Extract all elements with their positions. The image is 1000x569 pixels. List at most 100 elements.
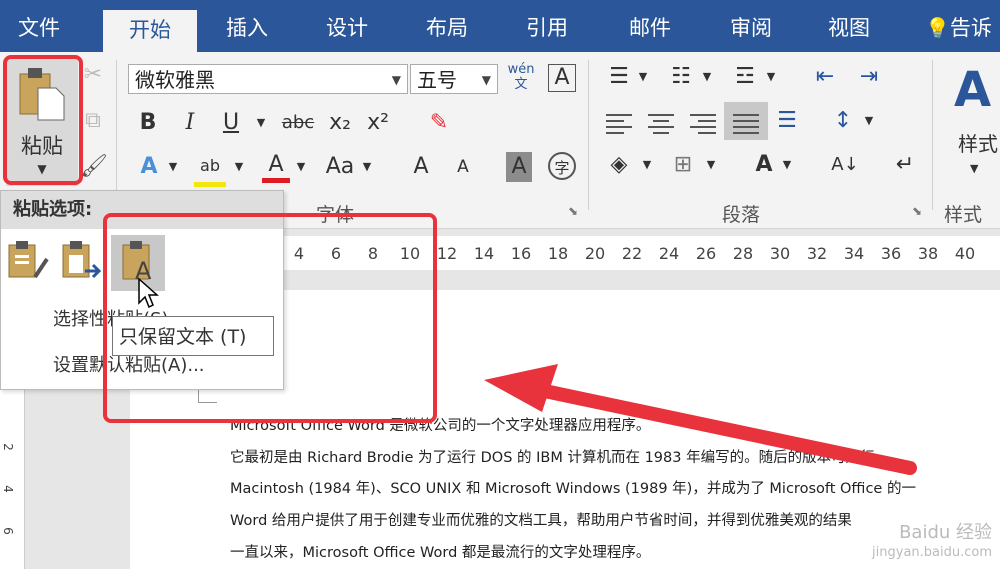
char-border-button[interactable]: A <box>548 64 576 92</box>
ruler-tick: 40 <box>954 244 976 263</box>
font-size-combo[interactable]: 五号 ▼ <box>410 64 498 94</box>
ruler-tick: 4 <box>0 485 15 493</box>
tab-file[interactable]: 文件 <box>4 8 74 48</box>
align-right-icon[interactable] <box>690 110 716 138</box>
tab-insert[interactable]: 插入 <box>212 8 282 48</box>
ruler-tick: 16 <box>510 244 532 263</box>
tab-home[interactable]: 开始 <box>103 10 197 52</box>
chevron-down-icon[interactable]: ▼ <box>700 62 714 92</box>
tab-mailings[interactable]: 邮件 <box>612 8 688 48</box>
align-left-icon[interactable] <box>606 110 632 138</box>
line-spacing-icon[interactable]: ↕ <box>828 106 858 136</box>
chevron-down-icon[interactable]: ▼ <box>704 150 718 180</box>
divider <box>932 60 933 210</box>
ruler-tick: 14 <box>473 244 495 263</box>
ruler-tick: 36 <box>880 244 902 263</box>
font-name-combo[interactable]: 微软雅黑 ▼ <box>128 64 408 94</box>
subscript-button[interactable]: x₂ <box>326 108 354 138</box>
dialog-launcher-icon[interactable]: ⬊ <box>912 204 922 218</box>
chevron-down-icon[interactable]: ▼ <box>232 152 246 182</box>
copy-icon[interactable]: ⧉ <box>80 106 106 136</box>
styles-group-label: 样式 <box>944 204 983 226</box>
divider <box>588 60 589 210</box>
watermark-url: jingyan.baidu.com <box>872 545 992 560</box>
ruler-tick: 30 <box>769 244 791 263</box>
strikethrough-button[interactable]: abc <box>278 108 318 138</box>
format-painter-icon[interactable]: 🖌 <box>80 152 108 182</box>
tab-references[interactable]: 引用 <box>512 8 582 48</box>
ruler-tick: 22 <box>621 244 643 263</box>
italic-button[interactable]: I <box>178 108 202 138</box>
highlight-box-paste <box>3 55 83 185</box>
phonetic-guide-button[interactable]: wén 文 <box>504 62 538 92</box>
sort-icon[interactable]: A↓ <box>830 150 860 180</box>
merge-formatting-icon[interactable] <box>59 239 103 283</box>
tab-layout[interactable]: 布局 <box>412 8 482 48</box>
decrease-indent-icon[interactable]: ⇤ <box>810 62 840 92</box>
paragraph-group-label: 段落 <box>722 204 761 226</box>
lightbulb-icon: 💡 <box>925 16 950 40</box>
bold-button[interactable]: B <box>136 108 160 138</box>
numbering-icon[interactable]: ☷ <box>666 62 696 92</box>
watermark: Baidu 经验 jingyan.baidu.com <box>872 523 992 563</box>
doc-line[interactable]: Macintosh (1984 年)、SCO UNIX 和 Microsoft … <box>230 477 916 498</box>
bullets-icon[interactable]: ☰ <box>604 62 634 92</box>
char-shading-button[interactable]: A <box>506 152 532 182</box>
ruler-tick: 28 <box>732 244 754 263</box>
underline-button[interactable]: U <box>218 108 244 138</box>
chevron-down-icon[interactable]: ▼ <box>764 62 778 92</box>
show-marks-icon[interactable]: ↵ <box>892 150 918 180</box>
borders-icon[interactable]: ⊞ <box>668 150 698 180</box>
chevron-down-icon[interactable]: ▼ <box>636 62 650 92</box>
cut-icon[interactable]: ✂ <box>80 60 106 90</box>
chevron-down-icon[interactable]: ▼ <box>360 152 374 182</box>
dialog-launcher-icon[interactable]: ⬊ <box>568 204 578 218</box>
increase-indent-icon[interactable]: ⇥ <box>854 62 884 92</box>
ruler-tick: 32 <box>806 244 828 263</box>
tab-design[interactable]: 设计 <box>312 8 382 48</box>
shading-icon[interactable]: ◈ <box>604 150 634 180</box>
ruler-tick: 20 <box>584 244 606 263</box>
tab-view[interactable]: 视图 <box>814 8 884 48</box>
ribbon-tab-bar: 文件 开始 插入 设计 布局 引用 邮件 审阅 视图 💡告诉 <box>0 0 1000 52</box>
vertical-ruler[interactable]: 2 4 6 <box>0 390 25 569</box>
chevron-down-icon: ▼ <box>970 162 979 175</box>
chevron-down-icon[interactable]: ▼ <box>166 152 180 182</box>
justify-button[interactable] <box>724 102 768 140</box>
styles-label: 样式 <box>958 132 998 156</box>
distributed-icon[interactable]: ☰ <box>772 106 802 136</box>
multilevel-list-icon[interactable]: ☲ <box>730 62 760 92</box>
ruler-tick: 26 <box>695 244 717 263</box>
chevron-down-icon[interactable]: ▼ <box>862 106 876 136</box>
highlight-icon[interactable]: ab <box>194 156 226 187</box>
ruler-tick: 2 <box>0 443 15 451</box>
ruler-tick: 38 <box>917 244 939 263</box>
clear-formatting-icon[interactable]: ✎ <box>424 108 454 138</box>
enclose-char-button[interactable]: 字 <box>548 152 576 180</box>
asian-layout-icon[interactable]: A <box>748 150 780 180</box>
shrink-font-button[interactable]: A <box>448 152 478 182</box>
font-color-icon[interactable]: A <box>262 152 290 183</box>
chevron-down-icon: ▼ <box>391 73 401 87</box>
ruler-tick: 18 <box>547 244 569 263</box>
tab-review[interactable]: 审阅 <box>716 8 786 48</box>
superscript-button[interactable]: x² <box>364 108 392 138</box>
chevron-down-icon: ▼ <box>481 73 491 87</box>
ruler-tick: 24 <box>658 244 680 263</box>
chevron-down-icon[interactable]: ▼ <box>254 108 268 138</box>
chevron-down-icon[interactable]: ▼ <box>640 150 654 180</box>
divider <box>116 60 117 210</box>
grow-font-button[interactable]: A <box>406 152 436 182</box>
doc-line[interactable]: 一直以来，Microsoft Office Word 都是最流行的文字处理程序。 <box>230 541 650 562</box>
tell-me-box[interactable]: 💡告诉 <box>925 8 1000 48</box>
chevron-down-icon[interactable]: ▼ <box>294 152 308 182</box>
keep-source-formatting-icon[interactable] <box>5 239 49 283</box>
align-center-icon[interactable] <box>648 110 674 138</box>
red-arrow-icon <box>484 364 917 475</box>
change-case-button[interactable]: Aa <box>322 152 358 182</box>
text-effects-icon[interactable]: A <box>134 152 164 182</box>
styles-button[interactable]: A 样式 ▼ <box>946 62 1000 186</box>
watermark-title: Baidu 经验 <box>899 522 992 543</box>
chevron-down-icon[interactable]: ▼ <box>780 150 794 180</box>
doc-line[interactable]: Word 给用户提供了用于创建专业而优雅的文档工具，帮助用户节省时间，并得到优雅… <box>230 509 852 530</box>
